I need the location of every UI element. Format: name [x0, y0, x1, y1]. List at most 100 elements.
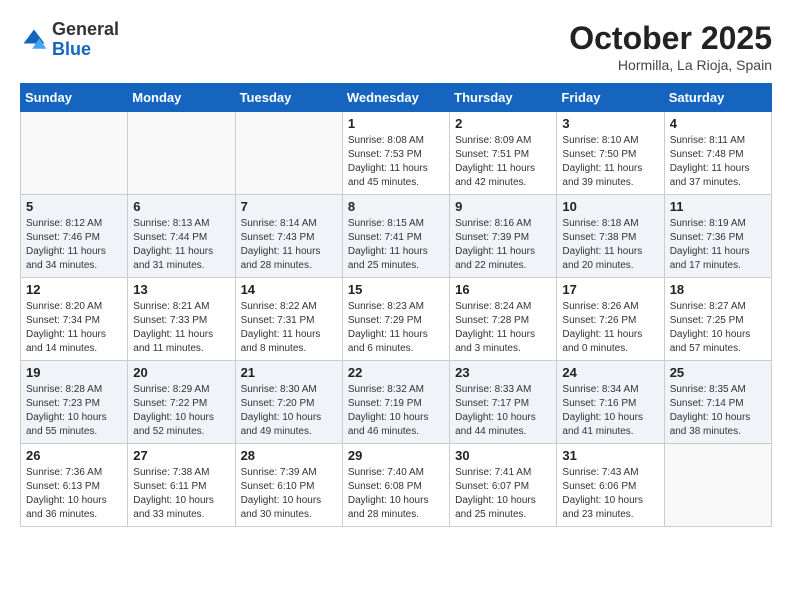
day-info: Sunrise: 8:22 AM Sunset: 7:31 PM Dayligh…: [241, 300, 337, 356]
day-number: 26: [26, 448, 122, 463]
day-number: 6: [133, 199, 229, 214]
calendar-week-row: 12Sunrise: 8:20 AM Sunset: 7:34 PM Dayli…: [21, 278, 772, 361]
day-number: 30: [455, 448, 551, 463]
calendar-cell: 10Sunrise: 8:18 AM Sunset: 7:38 PM Dayli…: [557, 195, 664, 278]
day-info: Sunrise: 7:43 AM Sunset: 6:06 PM Dayligh…: [562, 466, 658, 522]
day-info: Sunrise: 8:20 AM Sunset: 7:34 PM Dayligh…: [26, 300, 122, 356]
day-info: Sunrise: 8:27 AM Sunset: 7:25 PM Dayligh…: [670, 300, 766, 356]
calendar-week-row: 26 Sunrise: 7:36 AM Sunset: 6:13 PM Dayli…: [21, 444, 772, 527]
calendar-cell: 22Sunrise: 8:32 AM Sunset: 7:19 PM Dayli…: [342, 361, 449, 444]
day-info: Sunrise: 8:09 AM Sunset: 7:51 PM Dayligh…: [455, 134, 551, 190]
day-number: 20: [133, 365, 229, 380]
logo-icon: [20, 26, 48, 54]
day-info: Sunrise: 8:32 AM Sunset: 7:19 PM Dayligh…: [348, 383, 444, 439]
weekday-header: Tuesday: [235, 84, 342, 112]
day-number: 24: [562, 365, 658, 380]
day-number: 7: [241, 199, 337, 214]
calendar-table: SundayMondayTuesdayWednesdayThursdayFrid…: [20, 83, 772, 527]
day-info: Sunrise: 7:38 AM Sunset: 6:11 PM Dayligh…: [133, 466, 229, 522]
day-info: Sunrise: 8:19 AM Sunset: 7:36 PM Dayligh…: [670, 217, 766, 273]
day-info: Sunrise: 8:23 AM Sunset: 7:29 PM Dayligh…: [348, 300, 444, 356]
day-info: Sunrise: 8:14 AM Sunset: 7:43 PM Dayligh…: [241, 217, 337, 273]
day-info: Sunrise: 7:40 AM Sunset: 6:08 PM Dayligh…: [348, 466, 444, 522]
day-info: Sunrise: 8:15 AM Sunset: 7:41 PM Dayligh…: [348, 217, 444, 273]
day-info: Sunrise: 8:24 AM Sunset: 7:28 PM Dayligh…: [455, 300, 551, 356]
logo: General Blue: [20, 20, 119, 60]
calendar-cell: 16Sunrise: 8:24 AM Sunset: 7:28 PM Dayli…: [450, 278, 557, 361]
calendar-cell: 25 Sunrise: 8:35 AM Sunset: 7:14 PM Dayli…: [664, 361, 771, 444]
day-info: Sunrise: 8:30 AM Sunset: 7:20 PM Dayligh…: [241, 383, 337, 439]
day-number: 31: [562, 448, 658, 463]
day-number: 25: [670, 365, 766, 380]
day-info: Sunrise: 8:08 AM Sunset: 7:53 PM Dayligh…: [348, 134, 444, 190]
calendar-week-row: 5 Sunrise: 8:12 AM Sunset: 7:46 PM Daylig…: [21, 195, 772, 278]
calendar-cell: 15 Sunrise: 8:23 AM Sunset: 7:29 PM Dayli…: [342, 278, 449, 361]
day-number: 19: [26, 365, 122, 380]
logo-text: General Blue: [52, 20, 119, 60]
day-info: Sunrise: 8:35 AM Sunset: 7:14 PM Dayligh…: [670, 383, 766, 439]
day-number: 2: [455, 116, 551, 131]
calendar-cell: 21 Sunrise: 8:30 AM Sunset: 7:20 PM Dayli…: [235, 361, 342, 444]
day-number: 5: [26, 199, 122, 214]
weekday-header: Saturday: [664, 84, 771, 112]
calendar-week-row: 19 Sunrise: 8:28 AM Sunset: 7:23 PM Dayli…: [21, 361, 772, 444]
weekday-header: Thursday: [450, 84, 557, 112]
day-number: 14: [241, 282, 337, 297]
calendar-cell: 23Sunrise: 8:33 AM Sunset: 7:17 PM Dayli…: [450, 361, 557, 444]
day-info: Sunrise: 8:26 AM Sunset: 7:26 PM Dayligh…: [562, 300, 658, 356]
weekday-header: Monday: [128, 84, 235, 112]
calendar-cell: 29 Sunrise: 7:40 AM Sunset: 6:08 PM Dayli…: [342, 444, 449, 527]
calendar-week-row: 1 Sunrise: 8:08 AM Sunset: 7:53 PM Daylig…: [21, 112, 772, 195]
day-number: 28: [241, 448, 337, 463]
title-block: October 2025 Hormilla, La Rioja, Spain: [569, 20, 772, 73]
day-number: 17: [562, 282, 658, 297]
day-info: Sunrise: 8:12 AM Sunset: 7:46 PM Dayligh…: [26, 217, 122, 273]
calendar-cell: 31 Sunrise: 7:43 AM Sunset: 6:06 PM Dayli…: [557, 444, 664, 527]
calendar-cell: [235, 112, 342, 195]
day-number: 11: [670, 199, 766, 214]
day-number: 21: [241, 365, 337, 380]
calendar-cell: 28 Sunrise: 7:39 AM Sunset: 6:10 PM Dayli…: [235, 444, 342, 527]
calendar-cell: 4Sunrise: 8:11 AM Sunset: 7:48 PM Daylig…: [664, 112, 771, 195]
calendar-cell: 12Sunrise: 8:20 AM Sunset: 7:34 PM Dayli…: [21, 278, 128, 361]
day-number: 29: [348, 448, 444, 463]
weekday-header: Wednesday: [342, 84, 449, 112]
day-number: 1: [348, 116, 444, 131]
day-info: Sunrise: 7:36 AM Sunset: 6:13 PM Dayligh…: [26, 466, 122, 522]
calendar-cell: [664, 444, 771, 527]
calendar-cell: 26 Sunrise: 7:36 AM Sunset: 6:13 PM Dayli…: [21, 444, 128, 527]
day-info: Sunrise: 8:34 AM Sunset: 7:16 PM Dayligh…: [562, 383, 658, 439]
day-number: 13: [133, 282, 229, 297]
day-info: Sunrise: 8:29 AM Sunset: 7:22 PM Dayligh…: [133, 383, 229, 439]
calendar-cell: 24 Sunrise: 8:34 AM Sunset: 7:16 PM Dayli…: [557, 361, 664, 444]
day-number: 8: [348, 199, 444, 214]
calendar-cell: 14 Sunrise: 8:22 AM Sunset: 7:31 PM Dayli…: [235, 278, 342, 361]
day-number: 27: [133, 448, 229, 463]
location: Hormilla, La Rioja, Spain: [569, 57, 772, 73]
calendar-cell: 18 Sunrise: 8:27 AM Sunset: 7:25 PM Dayli…: [664, 278, 771, 361]
calendar-cell: 9Sunrise: 8:16 AM Sunset: 7:39 PM Daylig…: [450, 195, 557, 278]
day-info: Sunrise: 8:13 AM Sunset: 7:44 PM Dayligh…: [133, 217, 229, 273]
day-info: Sunrise: 7:41 AM Sunset: 6:07 PM Dayligh…: [455, 466, 551, 522]
page-header: General Blue October 2025 Hormilla, La R…: [20, 20, 772, 73]
calendar-cell: 7 Sunrise: 8:14 AM Sunset: 7:43 PM Daylig…: [235, 195, 342, 278]
calendar-cell: [21, 112, 128, 195]
calendar-cell: 30 Sunrise: 7:41 AM Sunset: 6:07 PM Dayli…: [450, 444, 557, 527]
calendar-cell: 19 Sunrise: 8:28 AM Sunset: 7:23 PM Dayli…: [21, 361, 128, 444]
day-info: Sunrise: 7:39 AM Sunset: 6:10 PM Dayligh…: [241, 466, 337, 522]
weekday-header-row: SundayMondayTuesdayWednesdayThursdayFrid…: [21, 84, 772, 112]
calendar-cell: 5 Sunrise: 8:12 AM Sunset: 7:46 PM Daylig…: [21, 195, 128, 278]
month-title: October 2025: [569, 20, 772, 57]
day-number: 18: [670, 282, 766, 297]
day-info: Sunrise: 8:10 AM Sunset: 7:50 PM Dayligh…: [562, 134, 658, 190]
day-number: 15: [348, 282, 444, 297]
calendar-cell: [128, 112, 235, 195]
day-info: Sunrise: 8:21 AM Sunset: 7:33 PM Dayligh…: [133, 300, 229, 356]
weekday-header: Friday: [557, 84, 664, 112]
calendar-cell: 3Sunrise: 8:10 AM Sunset: 7:50 PM Daylig…: [557, 112, 664, 195]
day-info: Sunrise: 8:11 AM Sunset: 7:48 PM Dayligh…: [670, 134, 766, 190]
day-info: Sunrise: 8:18 AM Sunset: 7:38 PM Dayligh…: [562, 217, 658, 273]
day-info: Sunrise: 8:16 AM Sunset: 7:39 PM Dayligh…: [455, 217, 551, 273]
calendar-cell: 13 Sunrise: 8:21 AM Sunset: 7:33 PM Dayli…: [128, 278, 235, 361]
day-info: Sunrise: 8:28 AM Sunset: 7:23 PM Dayligh…: [26, 383, 122, 439]
